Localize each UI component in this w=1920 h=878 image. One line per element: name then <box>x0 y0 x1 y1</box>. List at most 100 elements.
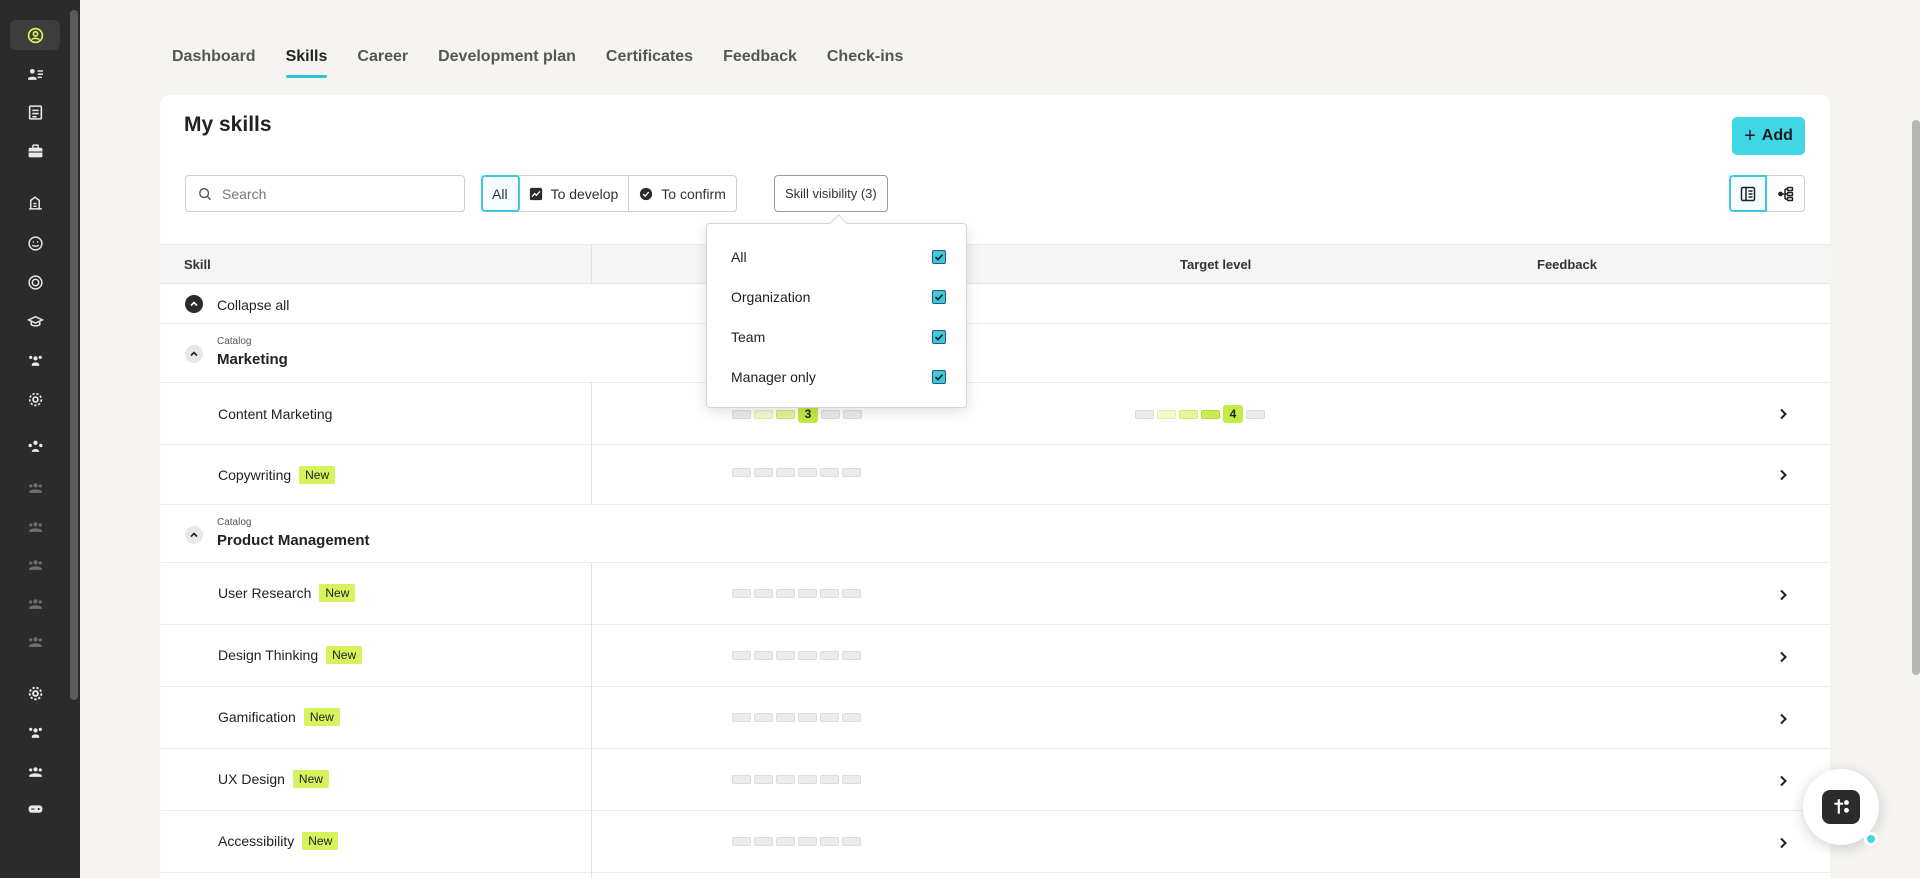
search-box[interactable] <box>185 175 465 212</box>
column-skill[interactable]: Skill <box>184 257 211 272</box>
column-target-level[interactable]: Target level <box>1180 257 1251 272</box>
checkbox[interactable] <box>932 330 946 344</box>
list-view-icon <box>1740 186 1756 201</box>
tab-check-ins[interactable]: Check-ins <box>827 48 903 78</box>
skill-name-text: User Research <box>218 585 312 601</box>
chevron-right-icon[interactable] <box>1776 588 1790 602</box>
add-skill-button[interactable]: + Add <box>1732 117 1805 155</box>
visibility-option-organization[interactable]: Organization <box>731 287 946 307</box>
tab-feedback[interactable]: Feedback <box>723 48 797 78</box>
check-circle-icon <box>640 187 653 200</box>
filter-to-confirm[interactable]: To confirm <box>629 176 736 211</box>
sidebar-settings-icon[interactable] <box>10 384 60 414</box>
sidebar-target-icon[interactable] <box>10 267 60 297</box>
column-feedback[interactable]: Feedback <box>1537 257 1597 272</box>
skill-name: Copywriting New <box>218 466 336 484</box>
table-row[interactable]: Gamification New <box>160 687 1830 749</box>
level-segment <box>1135 409 1154 419</box>
chevron-right-icon[interactable] <box>1776 712 1790 726</box>
sidebar-people-list-icon[interactable] <box>10 59 60 89</box>
tab-skills[interactable]: Skills <box>285 48 327 78</box>
table-row[interactable]: Accessibility New <box>160 811 1830 873</box>
tab-development-plan[interactable]: Development plan <box>438 48 576 78</box>
tree-view-button[interactable] <box>1767 175 1805 212</box>
current-level-bar <box>732 468 861 477</box>
table-row[interactable]: Copywriting New <box>160 445 1830 505</box>
skill-name: Gamification New <box>218 708 340 726</box>
level-segment <box>732 409 751 419</box>
search-input[interactable] <box>222 185 442 202</box>
level-segment <box>842 837 861 846</box>
new-badge: New <box>292 770 329 788</box>
sidebar-gamepad-icon[interactable] <box>10 793 60 823</box>
filter-all[interactable]: All <box>481 175 520 212</box>
level-segment <box>821 409 840 419</box>
sidebar-team-d-icon[interactable] <box>10 588 60 618</box>
current-level-bar <box>732 589 861 598</box>
group-caption: Catalog <box>217 336 252 347</box>
table-row[interactable]: Content Marketing 3 4 <box>160 383 1830 445</box>
level-segment <box>1201 409 1220 419</box>
tab-dashboard[interactable]: Dashboard <box>172 48 256 78</box>
sidebar-admin-settings-icon[interactable] <box>10 678 60 708</box>
sidebar-people-icon[interactable] <box>10 756 60 786</box>
sidebar-team-b-icon[interactable] <box>10 511 60 541</box>
level-segment <box>732 468 751 477</box>
filter-to-develop[interactable]: To develop <box>519 176 630 211</box>
chevron-right-icon[interactable] <box>1776 407 1790 421</box>
level-segment <box>754 589 773 598</box>
chevron-right-icon[interactable] <box>1776 774 1790 788</box>
sidebar-team-icon[interactable] <box>10 345 60 375</box>
sidebar-group-icon[interactable] <box>10 431 60 461</box>
group-marketing[interactable]: Catalog Marketing <box>160 324 1830 383</box>
group-product-management[interactable]: Catalog Product Management <box>160 505 1830 563</box>
sidebar-building-icon[interactable] <box>10 187 60 217</box>
level-segment <box>820 468 839 477</box>
chevron-right-icon[interactable] <box>1776 836 1790 850</box>
view-toggle <box>1729 175 1805 212</box>
sidebar-org-team-icon[interactable] <box>10 717 60 747</box>
sidebar-team-c-icon[interactable] <box>10 549 60 579</box>
chevron-right-icon[interactable] <box>1776 468 1790 482</box>
table-row[interactable]: UX Design New <box>160 749 1830 811</box>
table-row[interactable]: Design Thinking New <box>160 625 1830 687</box>
level-segment <box>732 837 751 846</box>
chevron-up-icon[interactable] <box>185 345 203 363</box>
level-segment <box>798 837 817 846</box>
sidebar-profile-icon[interactable] <box>10 20 60 50</box>
current-level-bar <box>732 713 861 722</box>
page-scrollbar[interactable] <box>1912 120 1920 675</box>
level-segment <box>776 409 795 419</box>
collapse-all-row[interactable]: Collapse all <box>160 284 1830 324</box>
visibility-option-all[interactable]: All <box>731 247 946 267</box>
visibility-option-manager-only[interactable]: Manager only <box>731 367 946 387</box>
level-segment <box>1246 409 1265 419</box>
collapse-all-label: Collapse all <box>217 297 290 313</box>
tab-certificates[interactable]: Certificates <box>606 48 693 78</box>
sidebar-briefcase-icon[interactable] <box>10 136 60 166</box>
level-segment <box>820 837 839 846</box>
sidebar-team-a-icon[interactable] <box>10 472 60 502</box>
level-segment <box>1157 409 1176 419</box>
sidebar-graduation-icon[interactable] <box>10 306 60 336</box>
check-icon <box>934 254 944 261</box>
tab-career[interactable]: Career <box>357 48 408 78</box>
checkbox[interactable] <box>932 290 946 304</box>
skill-visibility-button[interactable]: Skill visibility (3) <box>774 175 888 212</box>
checkbox[interactable] <box>932 370 946 384</box>
checkbox[interactable] <box>932 250 946 264</box>
level-segment <box>842 589 861 598</box>
add-button-label: Add <box>1761 127 1793 144</box>
table-row[interactable]: User Research New <box>160 563 1830 625</box>
check-icon <box>934 294 944 301</box>
chevron-up-icon[interactable] <box>185 526 203 544</box>
sidebar-team-e-icon[interactable] <box>10 626 60 656</box>
skill-name-text: Accessibility <box>218 833 295 849</box>
sidebar-scrollbar[interactable] <box>70 10 78 700</box>
level-segment <box>843 409 862 419</box>
sidebar-document-icon[interactable] <box>10 97 60 127</box>
sidebar-badge-icon[interactable] <box>10 228 60 258</box>
chevron-right-icon[interactable] <box>1776 650 1790 664</box>
visibility-option-team[interactable]: Team <box>731 327 946 347</box>
list-view-button[interactable] <box>1729 175 1767 212</box>
